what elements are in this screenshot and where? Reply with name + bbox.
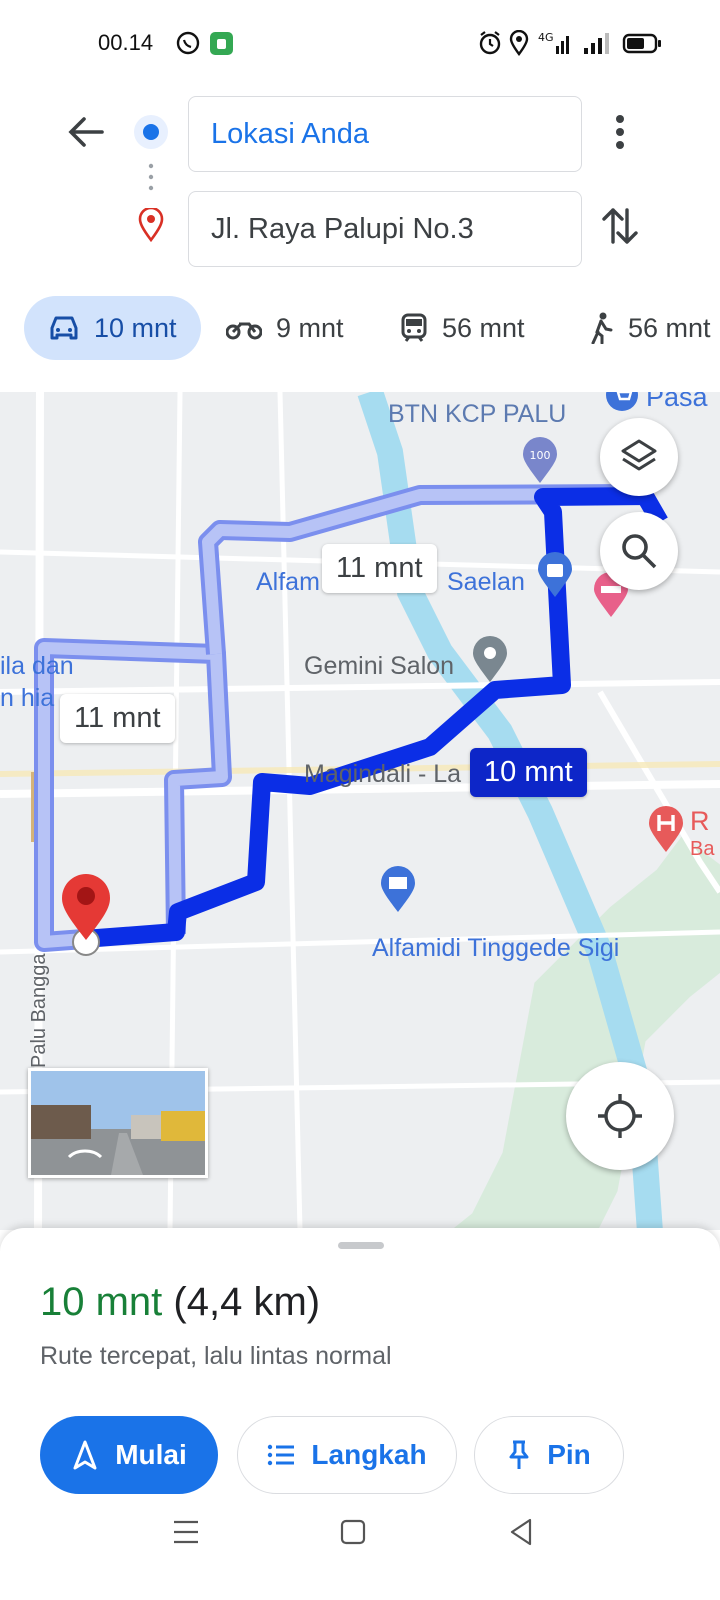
signal-bars-icon xyxy=(584,33,609,54)
status-time: 00.14 xyxy=(98,30,154,55)
back-arrow-icon[interactable] xyxy=(66,112,106,152)
my-location-button[interactable] xyxy=(566,1062,674,1170)
mode-tab-driving[interactable]: 10 mnt xyxy=(24,296,201,360)
route-duration: 10 mnt xyxy=(40,1280,163,1324)
route-dots-icon xyxy=(148,163,154,191)
destination-marker-icon[interactable] xyxy=(58,870,114,958)
steps-button[interactable]: Langkah xyxy=(237,1416,457,1494)
network-signal-4g-icon: 4G xyxy=(538,31,569,54)
map-label-alfamidi: Alfamidi Tinggede Sigi xyxy=(372,934,620,962)
menu-nav-icon xyxy=(174,1520,198,1544)
pin-trip-button[interactable]: Pin xyxy=(474,1416,624,1494)
list-icon xyxy=(268,1444,295,1466)
route-time-bubble-alt[interactable]: 11 mnt xyxy=(322,544,437,593)
whatsapp-icon xyxy=(176,31,200,55)
mode-tab-walking[interactable]: 56 mnt xyxy=(588,296,711,360)
swap-directions-icon[interactable] xyxy=(600,204,640,248)
bank-pin-icon[interactable]: 100 xyxy=(520,436,560,484)
map-label-ila: ila dan xyxy=(0,652,74,680)
destination-input[interactable]: Jl. Raya Palupi No.3 xyxy=(188,191,582,267)
mode-tab-label: 10 mnt xyxy=(94,312,177,343)
search-along-route-button[interactable] xyxy=(600,512,678,590)
layers-icon xyxy=(621,439,657,471)
start-navigation-button[interactable]: Mulai xyxy=(40,1416,218,1494)
route-time-bubble-alt[interactable]: 11 mnt xyxy=(60,694,175,743)
search-icon xyxy=(622,534,657,569)
system-navigation-bar xyxy=(174,1518,532,1546)
motorcycle-icon xyxy=(226,322,262,340)
destination-pin-icon xyxy=(138,208,164,242)
pin-icon xyxy=(509,1440,529,1469)
street-view-image xyxy=(31,1071,205,1175)
route-summary: 10 mnt (4,4 km) xyxy=(40,1280,320,1325)
route-description: Rute tercepat, lalu lintas normal xyxy=(40,1342,392,1370)
map-label-nhia: n hia xyxy=(0,684,55,712)
sheet-drag-handle[interactable] xyxy=(338,1242,384,1249)
mode-tab-label: 56 mnt xyxy=(628,312,711,343)
map-view[interactable]: BTN KCP PALU Pasa 100 Alfam Saelan Gemin… xyxy=(0,392,720,1230)
mode-tab-transit[interactable]: 56 mnt xyxy=(400,296,525,360)
navigation-arrow-icon xyxy=(73,1440,97,1470)
map-label-btn: BTN KCP PALU xyxy=(388,400,567,428)
map-label-pasar: Pasa xyxy=(646,392,708,412)
map-label-magindali: Magindali - La xyxy=(304,760,462,788)
place-pin-icon[interactable] xyxy=(470,634,510,684)
origin-dot-icon xyxy=(134,115,168,149)
back-nav-icon xyxy=(510,1518,532,1546)
map-label-gemini-salon: Gemini Salon xyxy=(304,652,455,680)
map-label-hospital-r: R xyxy=(690,806,710,836)
my-location-icon xyxy=(598,1094,642,1138)
map-label-hospital-b: Ba xyxy=(690,838,715,860)
transit-icon xyxy=(401,313,427,342)
alarm-icon xyxy=(479,31,501,55)
home-nav-icon xyxy=(340,1519,366,1545)
store-pin-icon[interactable] xyxy=(378,864,418,914)
walk-icon xyxy=(591,312,613,344)
shopping-cart-icon[interactable] xyxy=(605,392,639,412)
steps-button-label: Langkah xyxy=(311,1439,427,1470)
route-bottom-sheet: 10 mnt (4,4 km) Rute tercepat, lalu lint… xyxy=(0,1228,720,1600)
mode-tab-label: 9 mnt xyxy=(276,312,344,343)
route-time-bubble-selected[interactable]: 10 mnt xyxy=(470,748,587,797)
layers-button[interactable] xyxy=(600,418,678,496)
hospital-pin-icon[interactable] xyxy=(646,804,686,854)
app-notification-icon xyxy=(210,32,233,55)
more-options-icon[interactable] xyxy=(610,112,630,152)
mode-tab-label: 56 mnt xyxy=(442,312,525,343)
mode-tab-motorcycle[interactable]: 9 mnt xyxy=(226,296,344,360)
map-label-saelan: Saelan xyxy=(447,568,525,596)
location-status-icon xyxy=(509,30,529,56)
origin-input[interactable]: Lokasi Anda xyxy=(188,96,582,172)
battery-icon xyxy=(622,33,661,54)
street-view-thumbnail[interactable] xyxy=(28,1068,208,1178)
start-button-label: Mulai xyxy=(115,1439,187,1470)
map-label-street: Palu Bangga xyxy=(28,953,50,1068)
svg-text:100: 100 xyxy=(530,449,551,462)
pin-button-label: Pin xyxy=(547,1439,591,1470)
map-label-alfamart: Alfam xyxy=(256,568,320,596)
shopping-bag-pin-icon[interactable] xyxy=(536,552,574,598)
car-icon xyxy=(50,316,78,340)
svg-text:4G: 4G xyxy=(538,31,554,44)
route-distance: (4,4 km) xyxy=(173,1280,321,1324)
